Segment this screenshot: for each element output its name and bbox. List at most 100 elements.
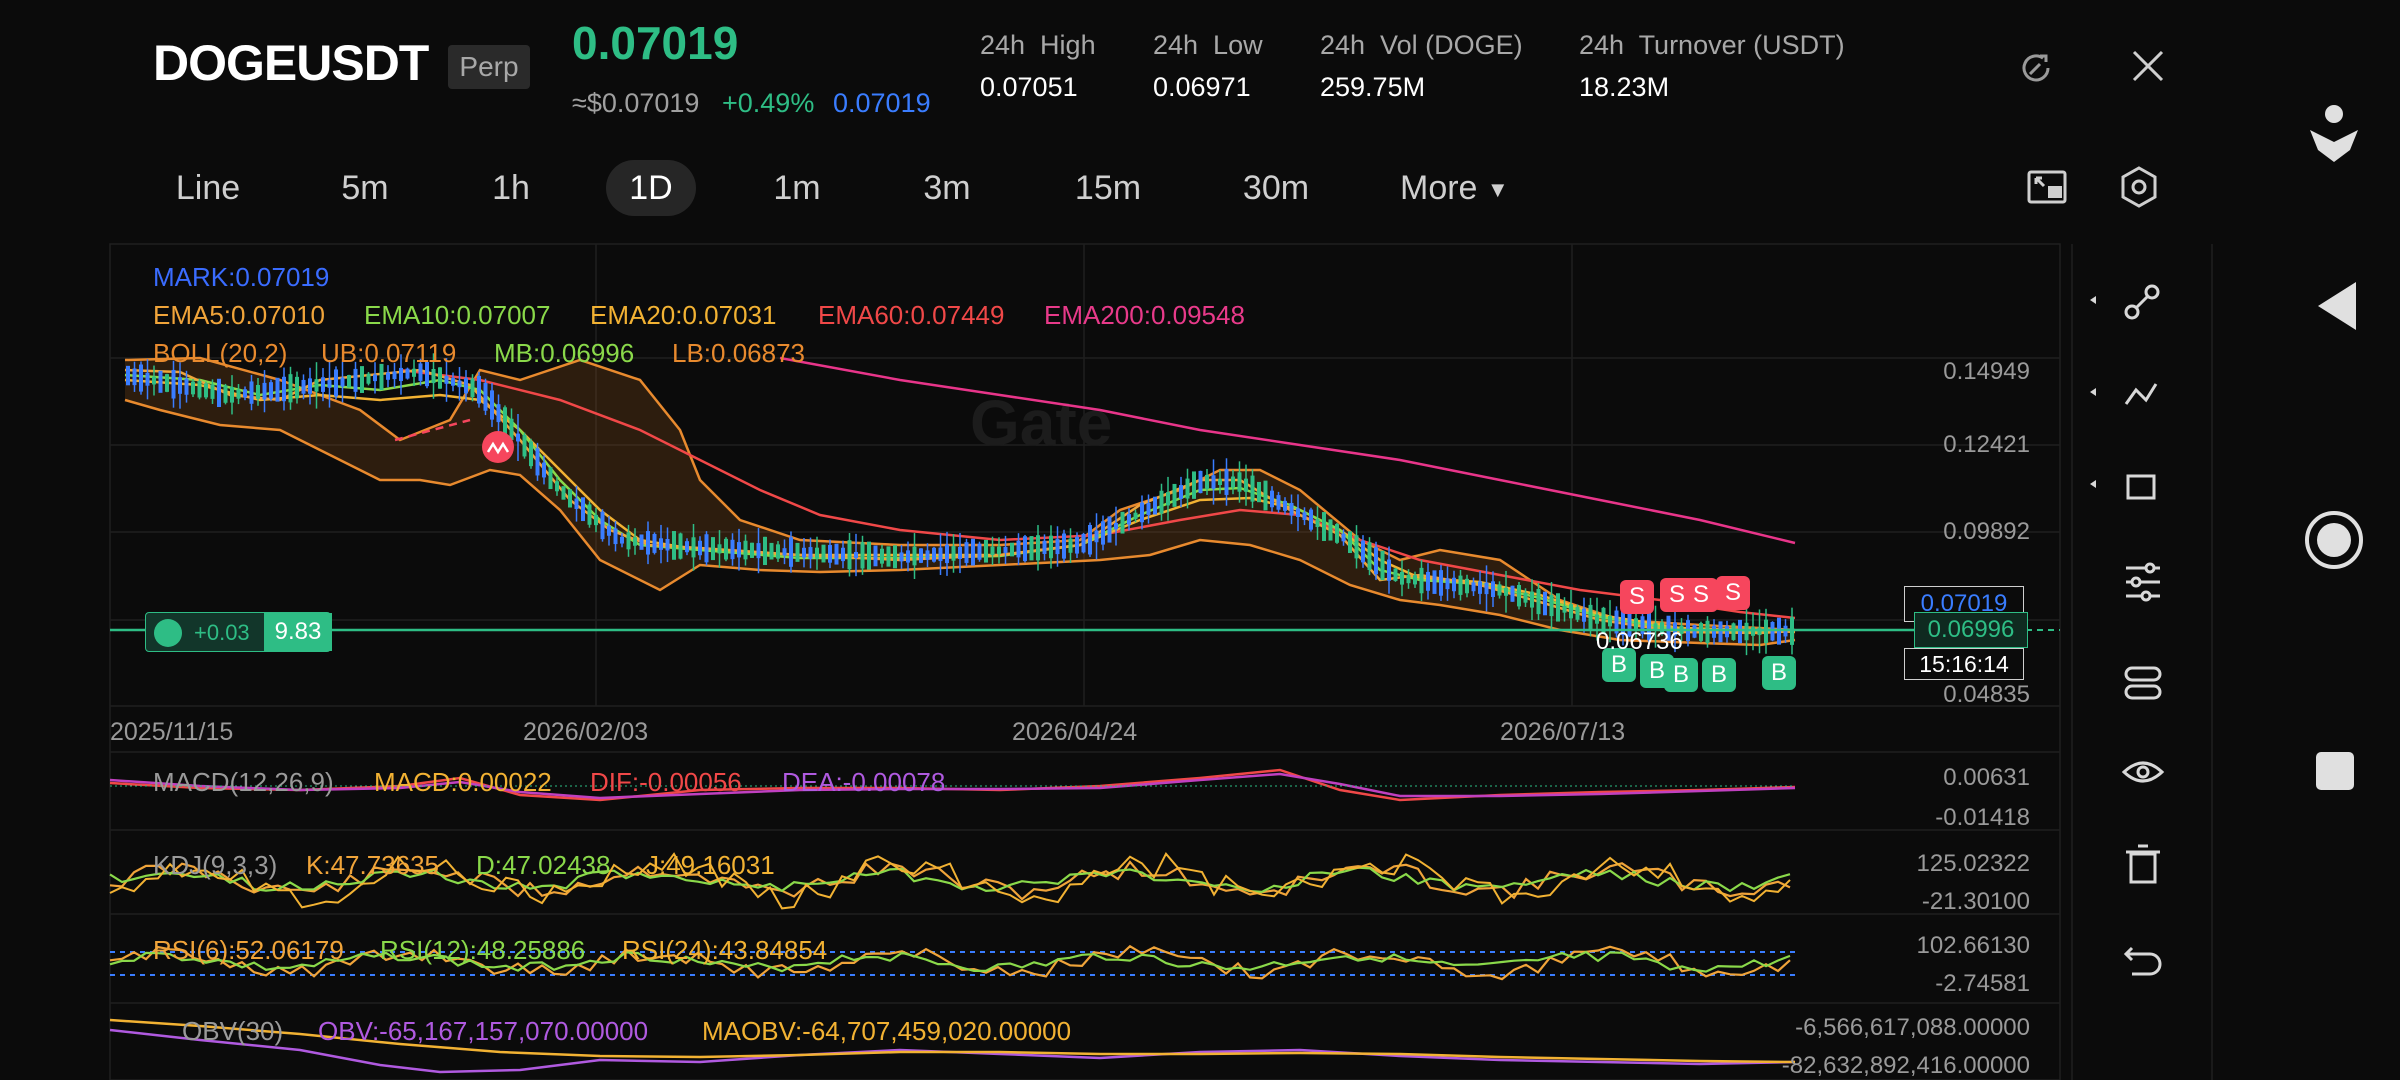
alert-marker-icon[interactable] [482, 431, 514, 463]
buy-marker[interactable]: B [1702, 658, 1736, 692]
candle-body [1250, 475, 1255, 502]
line-tool-icon[interactable] [2090, 284, 2160, 320]
candle-body [789, 537, 793, 567]
candle-body [464, 378, 468, 394]
shape-tool-icon[interactable] [2090, 474, 2156, 500]
candle-body [997, 546, 1001, 555]
candle-body [704, 534, 709, 563]
candle-body [1328, 519, 1333, 541]
position-pnl: +0.03 [194, 620, 250, 645]
fibonacci-tool-icon[interactable] [2090, 383, 2158, 405]
sell-marker[interactable]: S [1716, 576, 1750, 610]
candle-body [139, 364, 143, 392]
candle-body [743, 540, 748, 560]
candle-body [1101, 521, 1105, 545]
position-badge[interactable]: +0.03 9.83 [145, 612, 332, 652]
candle-body [672, 531, 676, 560]
candle-body [808, 547, 813, 559]
candle-body [301, 379, 306, 394]
sell-marker[interactable]: S [1684, 578, 1718, 612]
candle-body [1426, 571, 1430, 591]
candle-body [1146, 502, 1151, 516]
trash-icon[interactable] [2126, 844, 2160, 884]
candle-body [1712, 625, 1716, 638]
position-icon [154, 619, 182, 647]
candle-body [197, 380, 202, 398]
candle-body [503, 407, 507, 436]
drawing-settings-icon[interactable] [2124, 666, 2162, 700]
candle-body [275, 377, 280, 402]
kdj-title: KDJ(9,3,3) [153, 850, 278, 880]
buy-marker[interactable]: B [1762, 656, 1796, 690]
candle-body [1504, 587, 1508, 596]
candle-body [1055, 538, 1060, 555]
candle-body [1458, 575, 1463, 595]
boll-mb-label: MB:0.06996 [494, 338, 635, 368]
candle-body [958, 546, 962, 560]
candle-body [496, 404, 501, 423]
macd-title: MACD(12,26,9) [153, 767, 334, 797]
candle-body [542, 462, 546, 478]
candle-body [152, 376, 156, 385]
candle-body [1471, 582, 1476, 592]
candle-body [178, 377, 182, 394]
candle-body [769, 542, 774, 560]
candle-body [1744, 622, 1749, 641]
candle-body [1036, 535, 1040, 561]
candle-body [1283, 500, 1287, 511]
candle-body [366, 373, 371, 384]
candle-body [1172, 483, 1177, 507]
candle-body [1562, 606, 1567, 613]
candle-body [483, 382, 488, 411]
price-chart[interactable]: Gate [0, 0, 2400, 1080]
candle-body [828, 545, 832, 563]
candle-body [938, 547, 943, 562]
candle-body [1374, 547, 1378, 575]
home-icon[interactable] [2305, 511, 2363, 569]
date-axis-tick: 2026/04/24 [1012, 718, 1138, 746]
candle-body [399, 367, 403, 382]
candle-body [639, 534, 644, 550]
candle-body [613, 528, 618, 545]
candle-body [1075, 536, 1079, 554]
obv-value: OBV:-65,167,157,070.00000 [318, 1016, 649, 1046]
candle-body [392, 371, 397, 380]
candle-body [256, 384, 260, 399]
candle-body [1361, 540, 1365, 563]
candle-body [1166, 492, 1170, 506]
candle-body [685, 541, 689, 553]
candle-body [1029, 536, 1034, 561]
accessibility-icon[interactable] [2310, 105, 2358, 162]
candle-body [158, 370, 163, 393]
candle-body [1114, 522, 1118, 530]
candle-body [1387, 559, 1391, 581]
candle-body [1224, 469, 1229, 495]
obv-title: OBV(30) [182, 1016, 284, 1046]
mark-label: MARK:0.07019 [153, 262, 330, 292]
candle-body [906, 550, 910, 563]
ema200-label: EMA200:0.09548 [1044, 300, 1245, 330]
candle-body [184, 378, 189, 395]
candle-body [873, 545, 878, 567]
candle-body [1140, 502, 1144, 523]
candle-body [626, 532, 631, 550]
candle-body [548, 467, 553, 490]
back-icon[interactable] [2318, 282, 2356, 330]
indicator-settings-icon[interactable] [2126, 562, 2160, 602]
rsi-axis-tick: -2.74581 [1935, 970, 2030, 997]
macd-value: MACD:0.00022 [374, 767, 552, 797]
candle-body [1198, 470, 1203, 494]
date-axis-tick: 2026/02/03 [523, 718, 649, 746]
buy-marker[interactable]: B [1664, 658, 1698, 692]
recents-icon[interactable] [2316, 752, 2354, 790]
candle-body [919, 548, 923, 563]
watermark: Gate [970, 387, 1112, 459]
candle-body [841, 547, 845, 562]
candle-body [360, 366, 364, 393]
candle-body [522, 434, 527, 457]
undo-icon[interactable] [2123, 946, 2162, 976]
candle-body [581, 497, 585, 522]
sell-marker[interactable]: S [1620, 580, 1654, 614]
eye-icon[interactable] [2121, 761, 2165, 783]
candle-body [1127, 514, 1131, 525]
